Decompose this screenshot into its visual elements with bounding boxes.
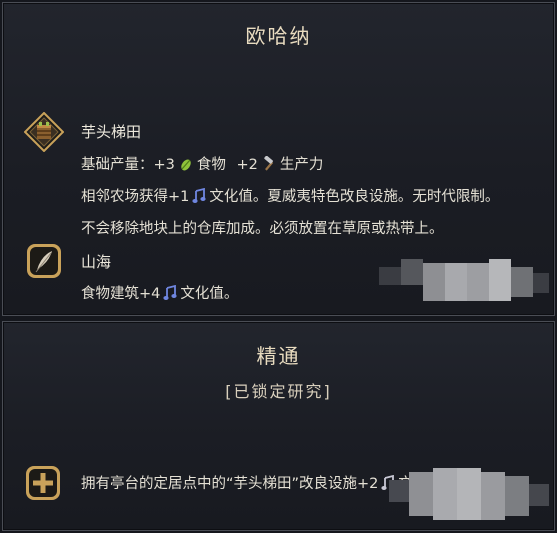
tradition-name: 山海 bbox=[81, 253, 112, 271]
mastery-effect-line: 拥有亭台的定居点中的“芋头梯田”改良设施+2文化值 bbox=[81, 472, 442, 495]
tradition-effect-line: 食物建筑+4 文化值。 bbox=[81, 282, 238, 305]
pixelated-redaction bbox=[389, 468, 549, 524]
civ-info-panel: 欧哈纳 芋头梯田 基础产量：+3 食物 +2 生产力 相邻农场获得+1 文化值。夏威夷… bbox=[2, 2, 555, 316]
pixelated-redaction bbox=[379, 259, 549, 307]
panel-title: 欧哈纳 bbox=[245, 24, 312, 48]
mastery-panel: 精通 [已锁定研究] 拥有亭台的定居点中的“芋头梯田”改良设施+2文化值 bbox=[2, 321, 555, 531]
production-label: 生产力 bbox=[279, 157, 324, 173]
food-label: 食物 bbox=[196, 157, 226, 173]
mastery-title: 精通 bbox=[256, 344, 301, 368]
improvement-desc-line-2: 不会移除地块上的仓库加成。必须放置在草原或热带上。 bbox=[81, 221, 444, 237]
food-leaf-icon bbox=[178, 156, 194, 176]
desc-line-1-prefix: 相邻农场获得+1 bbox=[81, 189, 190, 205]
improvement-name: 芋头梯田 bbox=[81, 123, 142, 141]
taro-terrace-badge-icon bbox=[23, 111, 65, 156]
desc-line-1-suffix: 文化值。夏威夷特色改良设施。无时代限制。 bbox=[209, 189, 500, 205]
improvement-yield-line: 基础产量：+3 食物 +2 生产力 bbox=[81, 153, 323, 176]
plus-badge-icon bbox=[24, 464, 62, 506]
music-note-icon bbox=[192, 187, 206, 208]
tradition-effect-suffix: 文化值。 bbox=[180, 286, 239, 302]
yield-prefix: 基础产量： bbox=[81, 157, 154, 173]
mastery-effect-text: 拥有亭台的定居点中的“芋头梯田”改良设施+2 bbox=[81, 476, 379, 492]
food-amount: +3 bbox=[153, 157, 175, 173]
research-status: [已锁定研究] bbox=[225, 382, 332, 401]
feather-quill-badge-icon bbox=[25, 242, 63, 284]
hammer-icon bbox=[261, 155, 277, 176]
music-note-icon bbox=[163, 284, 177, 305]
tradition-effect-prefix: 食物建筑+4 bbox=[81, 286, 161, 302]
production-amount: +2 bbox=[236, 157, 258, 173]
improvement-desc-line-1: 相邻农场获得+1 文化值。夏威夷特色改良设施。无时代限制。 bbox=[81, 185, 499, 208]
